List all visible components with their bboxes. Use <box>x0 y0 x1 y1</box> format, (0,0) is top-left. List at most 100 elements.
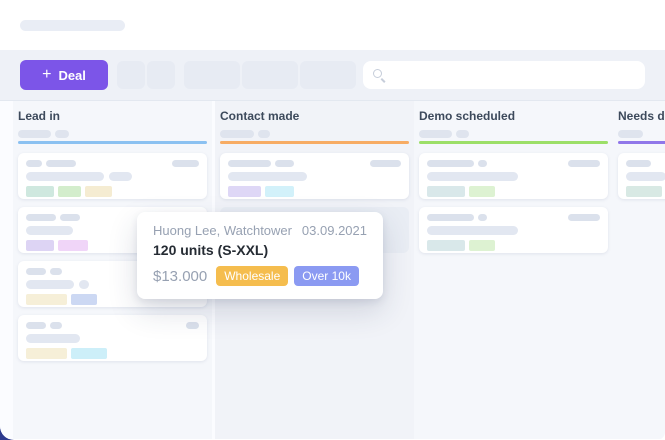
deal-tag <box>228 186 261 197</box>
placeholder-pill <box>618 130 643 138</box>
placeholder-pill <box>427 172 518 181</box>
column-stats-placeholder <box>419 130 608 138</box>
placeholder-pill <box>109 172 132 181</box>
placeholder-pill <box>258 130 270 138</box>
column-accent-bar <box>618 141 665 144</box>
placeholder-pill <box>26 334 80 343</box>
placeholder-pill <box>26 172 104 181</box>
placeholder-pill <box>186 322 199 329</box>
placeholder-pill <box>79 280 89 289</box>
placeholder-pill <box>478 214 487 221</box>
placeholder-pill <box>228 172 307 181</box>
placeholder-pill <box>26 280 74 289</box>
column-demo-scheduled: Demo scheduled <box>414 101 613 439</box>
placeholder-pill <box>55 130 69 138</box>
column-title: Lead in <box>18 109 61 123</box>
window-title-placeholder <box>20 20 125 31</box>
toolbar-placeholder-button[interactable] <box>147 61 175 89</box>
search-box[interactable] <box>363 61 645 89</box>
column-stats-placeholder <box>220 130 409 138</box>
deal-tag <box>26 294 67 305</box>
deal-tag <box>85 186 112 197</box>
deal-tag <box>626 186 662 197</box>
placeholder-pill <box>568 160 600 167</box>
column-cards <box>419 153 608 253</box>
deal-tag <box>58 240 88 251</box>
deal-tag <box>58 186 81 197</box>
deal-card[interactable] <box>18 315 207 361</box>
tooltip-deal-name: Huong Lee, Watchtower <box>153 223 292 238</box>
toolbar-placeholder-button[interactable] <box>117 61 145 89</box>
search-icon <box>373 69 385 81</box>
placeholder-pill <box>172 160 199 167</box>
placeholder-pill <box>228 160 271 167</box>
placeholder-pill <box>427 214 474 221</box>
deal-card[interactable] <box>18 153 207 199</box>
deal-tag <box>469 240 495 251</box>
column-stats-placeholder <box>18 130 207 138</box>
placeholder-pill <box>626 160 651 167</box>
column-accent-bar <box>220 141 409 144</box>
placeholder-pill <box>46 160 76 167</box>
column-stats-placeholder <box>618 130 665 138</box>
placeholder-pill <box>478 160 487 167</box>
deal-tag <box>71 348 107 359</box>
filter-group <box>184 61 356 89</box>
toolbar-placeholder-button[interactable] <box>184 61 240 89</box>
column-accent-bar <box>419 141 608 144</box>
column-title: Contact made <box>220 109 300 123</box>
top-bar <box>0 0 665 50</box>
search-input[interactable] <box>392 67 635 83</box>
deal-tag <box>26 348 67 359</box>
tooltip-deal-details: 120 units (S-XXL) <box>153 242 269 258</box>
column-title: Demo scheduled <box>419 109 516 123</box>
placeholder-pill <box>568 214 600 221</box>
deal-tag-over-10k: Over 10k <box>294 266 359 286</box>
placeholder-pill <box>626 172 665 181</box>
placeholder-pill <box>26 160 42 167</box>
deal-tag <box>427 240 465 251</box>
placeholder-pill <box>427 226 518 235</box>
deal-tag <box>26 186 54 197</box>
toolbar: + Deal <box>0 50 665 101</box>
placeholder-pill <box>220 130 254 138</box>
tooltip-deal-amount: $13.000 <box>153 267 208 285</box>
column-title: Needs defined <box>618 109 665 123</box>
deal-tag <box>265 186 294 197</box>
app-window: + Deal Lead in Contact made Demo scheduled… <box>0 0 665 440</box>
placeholder-pill <box>60 214 80 221</box>
app-card: + Deal Lead in Contact made Demo scheduled… <box>0 0 665 440</box>
placeholder-pill <box>26 268 46 275</box>
placeholder-pill <box>275 160 294 167</box>
placeholder-pill <box>370 160 401 167</box>
deal-tag <box>26 240 54 251</box>
placeholder-pill <box>50 322 62 329</box>
toolbar-placeholder-button[interactable] <box>300 61 356 89</box>
deal-tooltip: Huong Lee, Watchtower 03.09.2021 120 uni… <box>137 212 383 299</box>
column-needs-defined: Needs defined <box>613 101 665 439</box>
view-toggle-group <box>117 61 175 89</box>
tooltip-deal-date: 03.09.2021 <box>301 223 367 238</box>
deal-card[interactable] <box>618 153 665 199</box>
placeholder-pill <box>26 214 56 221</box>
placeholder-pill <box>419 130 452 138</box>
column-cards <box>618 153 665 199</box>
placeholder-pill <box>427 160 474 167</box>
deal-tag <box>427 186 465 197</box>
deal-tag-wholesale: Wholesale <box>216 266 289 286</box>
add-deal-button[interactable]: + Deal <box>20 60 108 90</box>
deal-card[interactable] <box>419 207 608 253</box>
placeholder-pill <box>456 130 469 138</box>
deal-card[interactable] <box>419 153 608 199</box>
plus-icon: + <box>42 66 52 83</box>
deal-card[interactable] <box>220 153 409 199</box>
placeholder-pill <box>50 268 62 275</box>
deal-tag <box>71 294 97 305</box>
placeholder-pill <box>18 130 51 138</box>
column-accent-bar <box>18 141 207 144</box>
placeholder-pill <box>26 322 46 329</box>
deal-tag <box>469 186 495 197</box>
add-deal-label: Deal <box>58 67 86 83</box>
toolbar-placeholder-button[interactable] <box>242 61 298 89</box>
placeholder-pill <box>26 226 73 235</box>
